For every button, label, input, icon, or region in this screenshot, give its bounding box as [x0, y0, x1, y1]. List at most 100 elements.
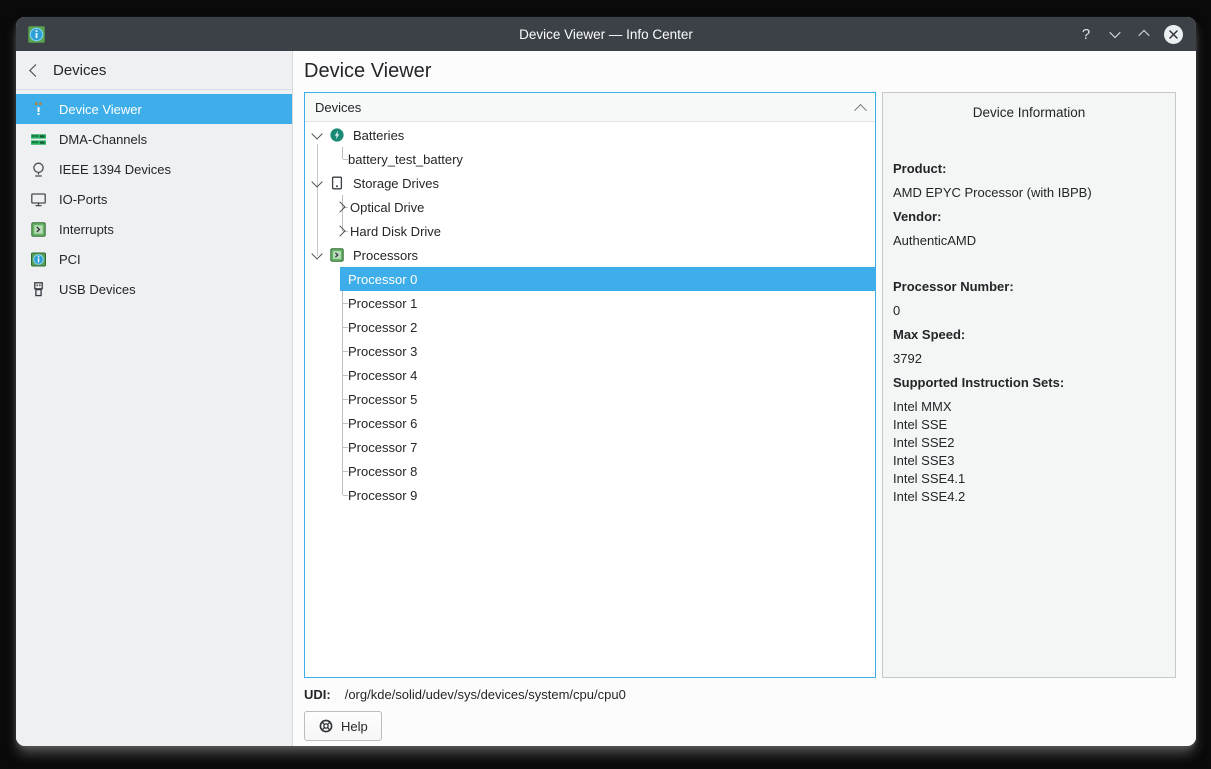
tree-node-label: Processor 7 — [348, 440, 417, 455]
battery-icon — [329, 127, 345, 143]
dma-channels-icon — [30, 131, 47, 148]
device-information-panel: Device Information Product:AMD EPYC Proc… — [882, 92, 1176, 678]
sidebar-item-interrupts[interactable]: Interrupts — [16, 214, 292, 244]
tree-node-label: Processor 3 — [348, 344, 417, 359]
tree-section-header[interactable]: Devices — [305, 93, 875, 122]
window-title: Device Viewer — Info Center — [16, 27, 1196, 42]
page-title: Device Viewer — [304, 60, 1176, 83]
tree-node-processor-7[interactable]: Processor 7 — [305, 435, 875, 459]
chevron-up-icon — [1138, 30, 1149, 41]
expander-closed-icon[interactable] — [334, 201, 345, 212]
tree-node-processor-8[interactable]: Processor 8 — [305, 459, 875, 483]
sidebar-item-ieee-1394-devices[interactable]: IEEE 1394 Devices — [16, 154, 292, 184]
tree-node-hard-disk-drive[interactable]: Hard Disk Drive — [305, 219, 875, 243]
tree-node-label: Hard Disk Drive — [350, 224, 441, 239]
info-spacer — [893, 253, 1165, 275]
expander-open-icon[interactable] — [311, 248, 322, 259]
sidebar-list: Device Viewer DMA-Channels IEEE 1394 Devic… — [16, 90, 292, 304]
info-field-value: AMD EPYC Processor (with IBPB) — [893, 181, 1165, 205]
close-button[interactable] — [1162, 23, 1184, 45]
tree-branch-line — [342, 147, 343, 159]
interrupts-icon — [30, 221, 47, 238]
titlebar[interactable]: Device Viewer — Info Center ? — [16, 17, 1196, 51]
info-field-value: 3792 — [893, 347, 1165, 371]
tree-node-processor-4[interactable]: Processor 4 — [305, 363, 875, 387]
help-button-label: Help — [341, 719, 368, 734]
tree-branch-line — [342, 483, 343, 495]
main-content: Device Viewer Devices Batteries battery_t… — [293, 51, 1196, 746]
tree-node-label: battery_test_battery — [348, 152, 463, 167]
udi-row: UDI: /org/kde/solid/udev/sys/devices/sys… — [304, 687, 1176, 702]
titlebar-help-button[interactable]: ? — [1075, 23, 1097, 45]
help-button[interactable]: Help — [304, 711, 382, 741]
sidebar-item-io-ports[interactable]: IO-Ports — [16, 184, 292, 214]
expander-closed-icon[interactable] — [334, 225, 345, 236]
tree-node-processor-2[interactable]: Processor 2 — [305, 315, 875, 339]
tree-node-label: Processor 0 — [348, 272, 417, 287]
tree-node-label: Processor 9 — [348, 488, 417, 503]
info-field-label: Max Speed: — [893, 323, 1165, 347]
tree-node-label: Optical Drive — [350, 200, 424, 215]
info-fields: Product:AMD EPYC Processor (with IBPB)Ve… — [893, 157, 1165, 506]
tree-node-batteries[interactable]: Batteries — [305, 123, 875, 147]
pci-icon — [30, 251, 47, 268]
collapse-chevron-icon — [854, 103, 867, 116]
sidebar-item-pci[interactable]: PCI — [16, 244, 292, 274]
info-field-label: Supported Instruction Sets: — [893, 371, 1165, 395]
tree-node-label: Processor 1 — [348, 296, 417, 311]
usb-devices-icon — [30, 281, 47, 298]
desktop-background: Device Viewer — Info Center ? Devices — [0, 0, 1211, 769]
sidebar-back-header[interactable]: Devices — [16, 51, 292, 90]
sidebar-title: Devices — [53, 62, 106, 79]
tree-node-processors[interactable]: Processors — [305, 243, 875, 267]
sidebar-item-label: IEEE 1394 Devices — [59, 162, 171, 177]
tree-node-processor-0[interactable]: Processor 0 — [305, 267, 875, 291]
sidebar-item-usb-devices[interactable]: USB Devices — [16, 274, 292, 304]
processor-icon — [329, 247, 345, 263]
info-panel-title: Device Information — [893, 105, 1165, 120]
expander-open-icon[interactable] — [311, 176, 322, 187]
tree-node-label: Processor 5 — [348, 392, 417, 407]
info-field-label: Processor Number: — [893, 275, 1165, 299]
tree-header-label: Devices — [315, 100, 361, 115]
tree-node-processor-1[interactable]: Processor 1 — [305, 291, 875, 315]
tree-node-storage-drives[interactable]: Storage Drives — [305, 171, 875, 195]
tree-node-optical-drive[interactable]: Optical Drive — [305, 195, 875, 219]
tree-node-battery-test-battery[interactable]: battery_test_battery — [305, 147, 875, 171]
tree-node-label: Processor 2 — [348, 320, 417, 335]
tree-node-processor-5[interactable]: Processor 5 — [305, 387, 875, 411]
info-field-label: Vendor: — [893, 205, 1165, 229]
device-tree: Batteries battery_test_battery Storage Dri… — [305, 122, 875, 677]
ieee-1394-icon — [30, 161, 47, 178]
tree-node-processor-9[interactable]: Processor 9 — [305, 483, 875, 507]
expander-open-icon[interactable] — [311, 128, 322, 139]
tree-node-label: Processor 6 — [348, 416, 417, 431]
sidebar-item-label: Device Viewer — [59, 102, 142, 117]
minimize-button[interactable] — [1104, 23, 1126, 45]
selection-highlight — [340, 267, 875, 291]
sidebar-item-dma-channels[interactable]: DMA-Channels — [16, 124, 292, 154]
tree-node-processor-3[interactable]: Processor 3 — [305, 339, 875, 363]
device-tree-panel: Devices Batteries battery_test_battery Sto… — [304, 92, 876, 678]
info-center-window: Device Viewer — Info Center ? Devices — [16, 17, 1196, 746]
io-ports-icon — [30, 191, 47, 208]
close-icon — [1164, 25, 1183, 44]
sidebar-item-label: PCI — [59, 252, 81, 267]
sidebar-item-label: DMA-Channels — [59, 132, 147, 147]
udi-value: /org/kde/solid/udev/sys/devices/system/c… — [345, 687, 626, 702]
tree-node-label: Processor 4 — [348, 368, 417, 383]
sidebar: Devices Device Viewer DMA-Channels IEEE 13… — [16, 51, 293, 746]
device-viewer-icon — [30, 101, 47, 118]
info-center-app-icon — [27, 25, 46, 44]
help-buoy-icon — [318, 718, 334, 734]
back-chevron-icon — [29, 64, 42, 77]
info-field-label: Product: — [893, 157, 1165, 181]
tree-node-processor-6[interactable]: Processor 6 — [305, 411, 875, 435]
tree-node-label: Batteries — [353, 128, 404, 143]
sidebar-item-device-viewer[interactable]: Device Viewer — [16, 94, 292, 124]
info-field-value: AuthenticAMD — [893, 229, 1165, 253]
storage-drive-icon — [329, 175, 345, 191]
maximize-button[interactable] — [1133, 23, 1155, 45]
tree-node-label: Processor 8 — [348, 464, 417, 479]
info-field-value: 0 — [893, 299, 1165, 323]
